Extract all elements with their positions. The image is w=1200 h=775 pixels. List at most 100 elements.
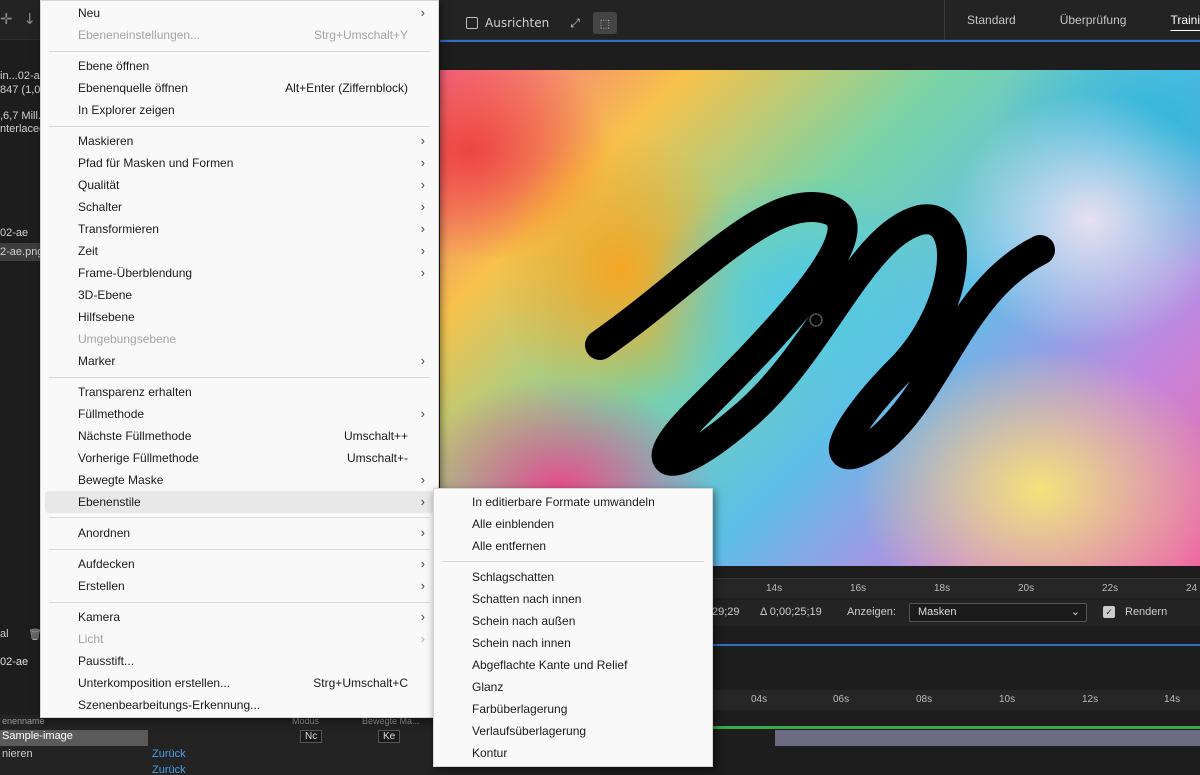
- menu-item-label: Pausstift...: [78, 654, 135, 668]
- submenu-item[interactable]: Schein nach außen: [438, 610, 708, 632]
- submenu-item[interactable]: In editierbare Formate umwandeln: [438, 491, 708, 513]
- menu-item-label: Anordnen: [78, 526, 131, 540]
- tab-review[interactable]: Überprüfung: [1038, 13, 1149, 27]
- submenu-item[interactable]: Abgeflachte Kante und Relief: [438, 654, 708, 676]
- delta-timecode: Δ 0;00;25;19: [760, 606, 822, 618]
- submenu-item-label: Alle entfernen: [472, 539, 547, 553]
- menu-item: Licht ›: [45, 628, 434, 650]
- menu-item-label: Vorherige Füllmethode: [78, 451, 199, 465]
- chevron-right-icon: ›: [420, 243, 425, 258]
- menu-item[interactable]: Zeit ›: [45, 240, 434, 262]
- menu-item-label: Ebenenstile: [78, 495, 141, 509]
- menu-item[interactable]: Aufdecken ›: [45, 553, 434, 575]
- menu-item[interactable]: In Explorer zeigen: [45, 99, 434, 121]
- menu-item[interactable]: Pfad für Masken und Formen ›: [45, 152, 434, 174]
- menu-item[interactable]: Ebene öffnen: [45, 55, 434, 77]
- menu-item-label: Marker: [78, 354, 116, 368]
- menu-item-label: Schalter: [78, 200, 123, 214]
- tab-training[interactable]: Traini: [1148, 13, 1200, 27]
- render-label: Rendern: [1125, 606, 1168, 618]
- menu-separator: [442, 561, 704, 562]
- menu-item[interactable]: Pausstift...: [45, 650, 434, 672]
- back-link[interactable]: Zurück: [152, 748, 186, 760]
- submenu-item[interactable]: Kontur: [438, 742, 708, 764]
- menu-item[interactable]: Schalter ›: [45, 196, 434, 218]
- timecode[interactable]: 29;29: [712, 606, 740, 618]
- matte-dropdown[interactable]: Ke: [378, 730, 401, 743]
- menu-item-label: Frame-Überblendung: [78, 266, 193, 280]
- expand-icon[interactable]: ⤢: [570, 16, 580, 31]
- menu-item-label: Transformieren: [78, 222, 159, 236]
- menu-item[interactable]: Transformieren ›: [45, 218, 434, 240]
- menu-item[interactable]: Vorherige Füllmethode Umschalt+-: [45, 447, 434, 469]
- show-dropdown[interactable]: Masken ⌄: [909, 603, 1087, 622]
- submenu-item-label: Schein nach außen: [472, 614, 576, 628]
- render-checkbox[interactable]: ✓: [1103, 606, 1115, 618]
- menu-item[interactable]: Frame-Überblendung ›: [45, 262, 434, 284]
- chevron-right-icon: ›: [420, 265, 425, 280]
- project-file-name: in...02-ae: [0, 70, 46, 82]
- project-file-interlace: nterlaced: [0, 123, 46, 135]
- submenu-item[interactable]: Verlaufsüberlagerung: [438, 720, 708, 742]
- workspace-tabs: Standard Überprüfung Traini: [944, 0, 1200, 40]
- mode-dropdown[interactable]: Nc: [300, 730, 323, 743]
- menu-item[interactable]: Anordnen ›: [45, 522, 434, 544]
- menu-item[interactable]: Nächste Füllmethode Umschalt++: [45, 425, 434, 447]
- ruler-tick: 22s: [1102, 583, 1119, 594]
- menu-item[interactable]: Qualität ›: [45, 174, 434, 196]
- menu-item[interactable]: Ebenenquelle öffnen Alt+Enter (Ziffernblo…: [45, 77, 434, 99]
- chevron-down-icon: ⌄: [1070, 606, 1080, 618]
- back-link[interactable]: Zurück: [152, 764, 186, 775]
- menu-item-label: Neu: [78, 6, 101, 20]
- menu-item[interactable]: Maskieren ›: [45, 130, 434, 152]
- menu-item-shortcut: Strg+Umschalt+C: [313, 676, 408, 690]
- arrow-down-icon[interactable]: ↓: [23, 10, 36, 28]
- tab-standard[interactable]: Standard: [945, 13, 1038, 27]
- menu-item-shortcut: Strg+Umschalt+Y: [313, 28, 408, 42]
- submenu-item[interactable]: Farbüberlagerung: [438, 698, 708, 720]
- show-dropdown-value: Masken: [918, 606, 957, 618]
- comp-tab-name[interactable]: 02-ae: [0, 656, 28, 668]
- project-item[interactable]: 02-ae: [0, 227, 28, 239]
- menu-item-label: Ebeneneinstellungen...: [78, 28, 201, 42]
- project-file-dims: 847 (1,0: [0, 84, 41, 96]
- submenu-item-label: Abgeflachte Kante und Relief: [472, 658, 628, 672]
- move-tool-icon[interactable]: ✛: [0, 10, 13, 28]
- submenu-item-label: Schein nach innen: [472, 636, 571, 650]
- chevron-right-icon: ›: [420, 5, 425, 20]
- submenu-item[interactable]: Alle entfernen: [438, 535, 708, 557]
- submenu-item[interactable]: Schlagschatten: [438, 566, 708, 588]
- menu-item[interactable]: Unterkomposition erstellen... Strg+Umscha…: [45, 672, 434, 694]
- menu-item[interactable]: Ebenenstile ›: [45, 491, 434, 513]
- menu-item[interactable]: Füllmethode ›: [45, 403, 434, 425]
- align-checkbox[interactable]: [466, 17, 478, 29]
- layer-duration-bar[interactable]: [775, 730, 1200, 746]
- menu-item[interactable]: Neu ›: [45, 2, 434, 24]
- project-item-selected[interactable]: 2-ae.png: [0, 246, 43, 258]
- submenu-item[interactable]: Schein nach innen: [438, 632, 708, 654]
- submenu-item[interactable]: Alle einblenden: [438, 513, 708, 535]
- submenu-item[interactable]: Schatten nach innen: [438, 588, 708, 610]
- snap-icon[interactable]: ⬚: [592, 12, 617, 34]
- submenu-item[interactable]: Glanz: [438, 676, 708, 698]
- menu-item[interactable]: Bewegte Maske ›: [45, 469, 434, 491]
- menu-item-label: Ebenenquelle öffnen: [78, 81, 188, 95]
- chevron-right-icon: ›: [420, 353, 425, 368]
- ruler-tick: 20s: [1018, 583, 1035, 594]
- menu-item[interactable]: Hilfsebene: [45, 306, 434, 328]
- work-area-bar[interactable]: [712, 726, 1200, 729]
- menu-item[interactable]: Transparenz erhalten: [45, 381, 434, 403]
- chevron-right-icon: ›: [420, 494, 425, 509]
- menu-item[interactable]: 3D-Ebene: [45, 284, 434, 306]
- menu-item[interactable]: Marker ›: [45, 350, 434, 372]
- menu-item[interactable]: Kamera ›: [45, 606, 434, 628]
- menu-item[interactable]: Erstellen ›: [45, 575, 434, 597]
- panel-button[interactable]: al: [0, 628, 9, 640]
- layer-row-name[interactable]: Sample-image: [0, 730, 148, 746]
- chevron-right-icon: ›: [420, 406, 425, 421]
- menu-separator: [49, 517, 430, 518]
- submenu-item-label: Kontur: [472, 746, 508, 760]
- comp-time-ruler[interactable]: 14s 16s 18s 20s 22s 24: [712, 578, 1200, 598]
- timeline-ruler[interactable]: 04s 06s 08s 10s 12s 14s: [712, 690, 1200, 710]
- menu-item[interactable]: Szenenbearbeitungs-Erkennung...: [45, 694, 434, 716]
